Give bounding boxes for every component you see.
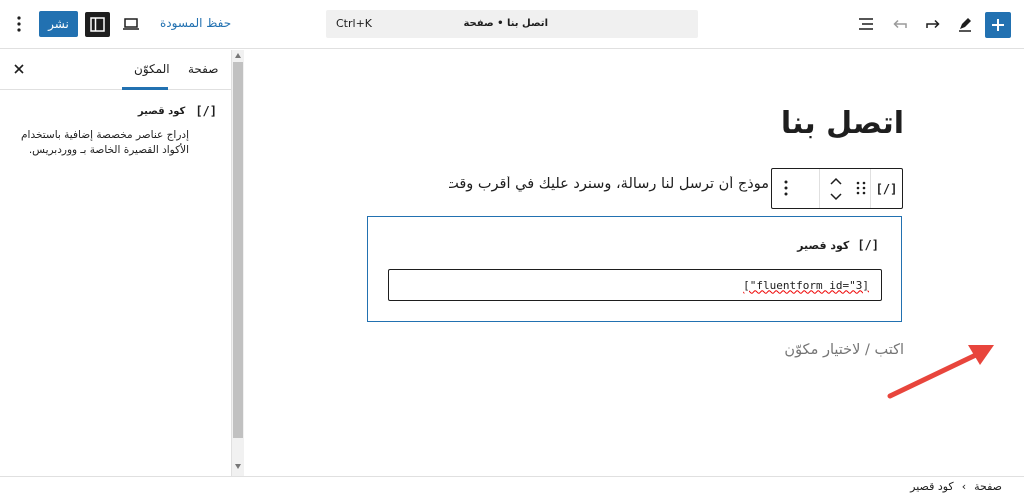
block-toolbar: [/] bbox=[771, 168, 903, 209]
scroll-thumb[interactable] bbox=[233, 62, 243, 438]
close-icon[interactable] bbox=[11, 61, 27, 77]
annotation-arrow-icon bbox=[887, 345, 994, 399]
block-inserter-plus-icon[interactable] bbox=[985, 12, 1011, 38]
move-up-down-icon[interactable] bbox=[828, 175, 844, 203]
block-type-button[interactable]: [/] bbox=[870, 169, 902, 208]
more-options-icon[interactable] bbox=[784, 180, 800, 198]
block-card: [/] كود قصير إدراج عناصر مخصصة إضافية با… bbox=[17, 104, 217, 158]
preview-laptop-icon[interactable] bbox=[121, 14, 141, 34]
command-shortcut: Ctrl+K bbox=[336, 17, 373, 30]
shortcode-block-label: [/] كود قصير bbox=[797, 238, 879, 252]
active-tab-indicator bbox=[122, 87, 168, 90]
editor-canvas: اتصل بنا موذج أن ترسل لنا رسالة، وسنرد ع… bbox=[244, 50, 1024, 476]
breadcrumb-item-page[interactable]: صفحة bbox=[974, 480, 1002, 493]
save-draft-button[interactable]: حفظ المسودة bbox=[160, 16, 231, 30]
tab-page[interactable]: صفحة bbox=[188, 62, 218, 76]
shortcode-input[interactable]: ["fluentform id="3] bbox=[388, 269, 882, 301]
shortcode-block-icon: [/] bbox=[195, 104, 217, 118]
settings-sidebar-icon[interactable] bbox=[85, 12, 110, 37]
paragraph-block[interactable]: موذج أن ترسل لنا رسالة، وسنرد عليك في أق… bbox=[449, 176, 769, 192]
breadcrumb: صفحة › كود قصير bbox=[910, 480, 1002, 493]
scroll-up-arrow-icon[interactable] bbox=[235, 53, 241, 58]
sidebar-scrollbar[interactable] bbox=[231, 50, 244, 476]
command-palette-bar[interactable]: Ctrl+K اتصل بنا • صفحة bbox=[326, 10, 698, 38]
settings-sidebar: المكوّن صفحة [/] كود قصير إدراج عناصر مخ… bbox=[0, 50, 231, 476]
options-menu-icon[interactable] bbox=[10, 14, 28, 34]
editor-top-bar: نشر حفظ المسودة Ctrl+K اتصل بنا • صفحة bbox=[0, 0, 1024, 49]
undo-icon[interactable] bbox=[890, 14, 910, 34]
shortcode-value: ["fluentform id="3] bbox=[743, 278, 869, 292]
toolbar-divider bbox=[819, 169, 820, 208]
page-title[interactable]: اتصل بنا bbox=[781, 106, 904, 141]
document-overview-icon[interactable] bbox=[856, 14, 876, 34]
shortcode-label-text: كود قصير bbox=[797, 238, 850, 252]
publish-button[interactable]: نشر bbox=[39, 11, 78, 37]
block-breadcrumb-bar: صفحة › كود قصير bbox=[0, 476, 1024, 496]
chevron-left-icon: › bbox=[961, 480, 967, 493]
breadcrumb-item-shortcode[interactable]: كود قصير bbox=[910, 480, 954, 493]
tab-block[interactable]: المكوّن bbox=[134, 62, 170, 76]
block-card-description: إدراج عناصر مخصصة إضافية باستخدام الأكوا… bbox=[21, 129, 189, 156]
document-title: اتصل بنا • صفحة bbox=[463, 18, 548, 29]
drag-handle-icon[interactable] bbox=[854, 180, 868, 196]
edit-tools-pen-icon[interactable] bbox=[955, 14, 975, 34]
sidebar-tabs: المكوّن صفحة bbox=[0, 50, 231, 90]
redo-icon[interactable] bbox=[923, 14, 943, 34]
shortcode-icon: [/] bbox=[857, 238, 879, 252]
scroll-down-arrow-icon[interactable] bbox=[235, 464, 241, 469]
shortcode-block[interactable]: [/] كود قصير ["fluentform id="3] bbox=[367, 216, 902, 322]
block-card-title: كود قصير bbox=[137, 105, 186, 117]
